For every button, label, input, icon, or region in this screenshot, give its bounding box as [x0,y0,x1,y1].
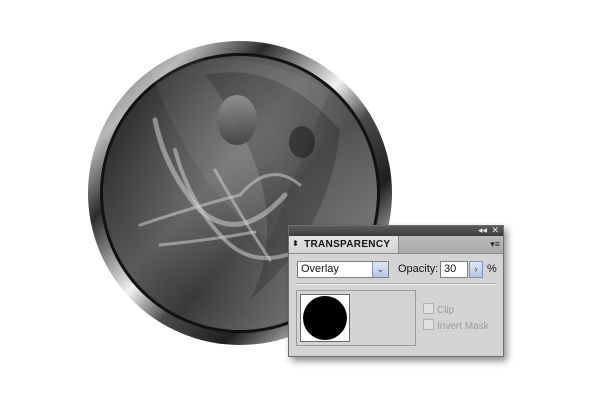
invert-mask-label: Invert Mask [437,321,489,332]
clip-checkbox[interactable]: Clip [423,303,454,316]
panel-title-bar[interactable]: ◂◂ ✕ [289,224,503,236]
transparency-panel: ◂◂ ✕ ⬍ TRANSPARENCY ▾≡ Overlay ⌄ Opacity… [288,225,504,357]
blend-mode-value: Overlay [301,263,339,275]
panel-divider [295,283,497,285]
clip-checkbox-box[interactable] [423,303,434,314]
opacity-value: 30 [444,263,457,275]
double-left-arrow-icon[interactable]: ◂◂ [478,224,487,236]
invert-mask-checkbox-box[interactable] [423,319,434,330]
up-down-arrows-icon[interactable]: ⬍ [292,239,299,248]
invert-mask-checkbox[interactable]: Invert Mask [423,319,489,332]
chevron-down-icon[interactable]: ⌄ [372,262,388,277]
opacity-unit: % [487,263,497,275]
chevron-right-icon[interactable]: › [469,261,483,278]
opacity-input[interactable]: 30 [440,261,468,278]
close-icon[interactable]: ✕ [491,224,499,236]
panel-menu-icon[interactable]: ▾≡ [490,239,500,249]
blend-mode-select[interactable]: Overlay ⌄ [297,261,389,278]
thumbnail-area [296,290,416,346]
opacity-label: Opacity: [398,263,439,275]
tab-transparency-label: TRANSPARENCY [304,239,391,250]
object-thumbnail[interactable] [300,294,350,342]
tab-transparency[interactable]: ⬍ TRANSPARENCY [289,236,399,253]
thumbnail-circle [303,296,347,340]
clip-label: Clip [437,305,455,316]
panel-tab-row: ⬍ TRANSPARENCY ▾≡ [289,236,503,254]
